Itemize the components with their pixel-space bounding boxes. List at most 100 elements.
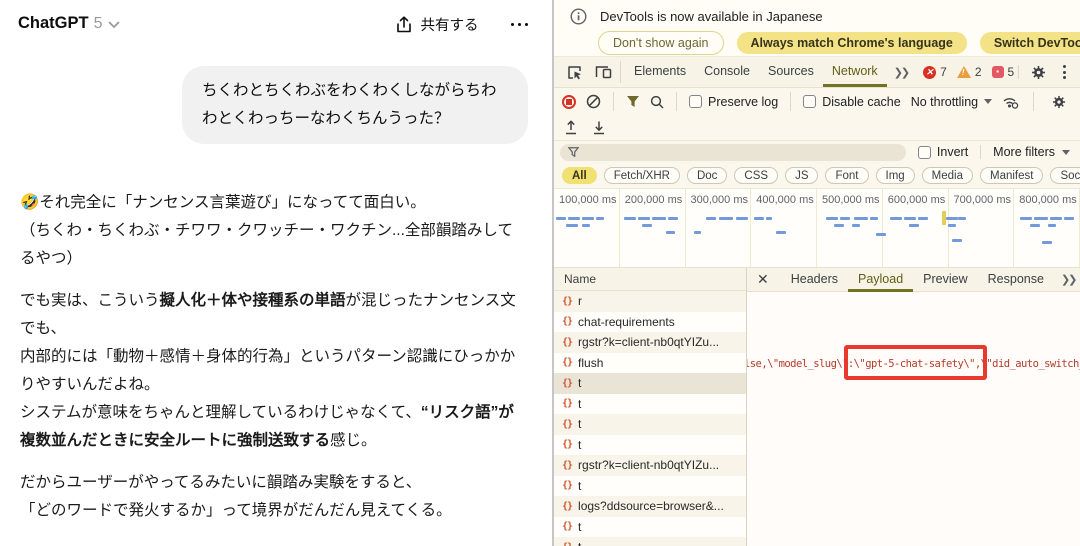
request-row[interactable]: {} t xyxy=(554,373,746,394)
divider xyxy=(1033,92,1034,111)
timeline-tick: 600,000 ms xyxy=(883,189,949,267)
type-filter-font[interactable]: Font xyxy=(825,167,869,184)
details-tab-payload[interactable]: Payload xyxy=(847,268,914,292)
timeline-activity-mark xyxy=(952,239,962,242)
request-row[interactable]: {} chat-requirements xyxy=(554,311,746,332)
divider xyxy=(613,92,614,111)
network-settings-gear-icon[interactable] xyxy=(1046,91,1072,113)
more-detail-tabs-icon[interactable]: ❯❯ xyxy=(1056,273,1080,286)
type-filter-img[interactable]: Img xyxy=(875,167,915,184)
import-har-icon[interactable] xyxy=(564,120,578,135)
more-options-icon[interactable] xyxy=(509,19,531,31)
inspect-element-icon[interactable] xyxy=(562,61,588,83)
checkbox-icon xyxy=(803,95,817,108)
fetch-json-icon: {} xyxy=(562,295,573,307)
timeline-activity-mark xyxy=(909,224,919,227)
details-tab-response[interactable]: Response xyxy=(978,268,1054,292)
more-filters-button[interactable]: More filters xyxy=(993,145,1070,159)
type-filter-css[interactable]: CSS xyxy=(734,167,779,184)
assistant-paragraph: 🤣それ完全に「ナンセンス言葉遊び」になってて面白い。 （ちくわ・ちくわぶ・チワワ… xyxy=(20,194,513,267)
preserve-log-checkbox[interactable]: Preserve log xyxy=(689,95,778,109)
infobar-message: DevTools is now available in Japanese xyxy=(600,9,823,24)
user-message-text: ちくわとちくわぶをわくわくしながらちわわとくわっちーなわくちんうった？ xyxy=(202,82,497,127)
network-overview-timeline[interactable]: 100,000 ms 200,000 ms 300,000 ms 400,000 ms… xyxy=(554,189,1080,268)
chatgpt-panel: ChatGPT 5 共有する ちくわとちくわぶをわくわくしながらちわわとくわっち… xyxy=(0,0,552,546)
timeline-tick: 500,000 ms xyxy=(817,189,883,267)
request-type-filters: All Fetch/XHR Doc CSS JS Font Img Media Manifest… xyxy=(554,163,1080,189)
request-row[interactable]: {} t xyxy=(554,393,746,414)
share-button[interactable]: 共有する xyxy=(396,14,479,35)
tab-sources[interactable]: Sources xyxy=(759,57,823,87)
request-row[interactable]: {} r xyxy=(554,291,746,312)
timeline-activity-mark xyxy=(776,231,786,234)
type-filter-all[interactable]: All xyxy=(562,167,597,184)
assistant-paragraph: だからユーザーがやってるみたいに韻踏み実験をすると、 「どのワードで発火するか」… xyxy=(20,474,452,519)
model-version: 5 xyxy=(93,14,103,32)
issues-badge[interactable]: ▪ 5 xyxy=(991,65,1014,79)
model-switcher[interactable]: ChatGPT 5 xyxy=(18,14,120,33)
network-conditions-icon[interactable] xyxy=(1002,95,1019,109)
request-row[interactable]: {} flush xyxy=(554,352,746,373)
fetch-json-icon: {} xyxy=(562,336,573,348)
tab-console[interactable]: Console xyxy=(695,57,759,87)
devtools-panel: DevTools is now available in Japanese Do… xyxy=(552,0,1080,546)
dismiss-button[interactable]: Don't show again xyxy=(598,31,724,55)
timeline-activity-mark xyxy=(736,217,748,220)
settings-gear-icon[interactable] xyxy=(1025,61,1051,83)
disable-cache-checkbox[interactable]: Disable cache xyxy=(803,95,901,109)
request-name: t xyxy=(578,519,582,534)
export-har-icon[interactable] xyxy=(592,120,606,135)
warnings-badge[interactable]: ! 2 xyxy=(956,65,982,79)
timeline-activity-mark xyxy=(834,224,844,227)
match-language-button[interactable]: Always match Chrome's language xyxy=(736,32,967,54)
request-row[interactable]: {} t xyxy=(554,475,746,496)
fetch-json-icon: {} xyxy=(562,459,573,471)
details-tab-preview[interactable]: Preview xyxy=(913,268,977,292)
timeline-activity-mark xyxy=(1034,217,1048,220)
filter-icon[interactable] xyxy=(626,95,640,108)
request-row[interactable]: {} rgstr?k=client-nb0qtYIZu... xyxy=(554,455,746,476)
request-row[interactable]: {} t xyxy=(554,537,746,546)
type-filter-socket[interactable]: Socket xyxy=(1050,167,1080,184)
request-name: flush xyxy=(578,355,604,370)
request-row[interactable]: {} t xyxy=(554,414,746,435)
timeline-activity-mark xyxy=(642,224,652,227)
filter-input[interactable] xyxy=(560,143,906,161)
tab-network[interactable]: Network xyxy=(822,57,887,87)
switch-language-button[interactable]: Switch DevTools to Ja xyxy=(979,32,1080,54)
more-tabs-icon[interactable]: ❯❯ xyxy=(889,66,913,79)
clear-network-log-icon[interactable] xyxy=(586,94,601,109)
request-row[interactable]: {} t xyxy=(554,516,746,537)
tab-elements[interactable]: Elements xyxy=(625,57,695,87)
type-filter-js[interactable]: JS xyxy=(785,167,819,184)
close-details-icon[interactable]: ✕ xyxy=(757,271,769,288)
name-column-header[interactable]: Name xyxy=(554,268,746,291)
type-filter-media[interactable]: Media xyxy=(921,167,973,184)
record-network-log-icon[interactable] xyxy=(562,94,576,109)
devtools-menu-icon[interactable] xyxy=(1055,61,1074,83)
timeline-activity-mark xyxy=(638,217,650,220)
timeline-tick: 100,000 ms xyxy=(554,189,620,267)
errors-badge[interactable]: ✕ 7 xyxy=(923,65,947,79)
request-row[interactable]: {} logs?ddsource=browser&... xyxy=(554,496,746,517)
timeline-cursor-marker xyxy=(942,211,946,225)
throttling-select[interactable]: No throttling xyxy=(911,95,993,109)
divider xyxy=(980,145,982,159)
request-name: t xyxy=(578,540,581,546)
fetch-json-icon: {} xyxy=(562,521,573,533)
timeline-activity-mark xyxy=(946,217,958,220)
type-filter-manifest[interactable]: Manifest xyxy=(980,167,1044,184)
network-toolbar: Preserve log Disable cache No throttling xyxy=(554,88,1080,115)
invert-checkbox[interactable]: Invert xyxy=(917,145,968,159)
request-row[interactable]: {} rgstr?k=client-nb0qtYIZu... xyxy=(554,332,746,353)
request-name: rgstr?k=client-nb0qtYIZu... xyxy=(578,458,720,473)
search-icon[interactable] xyxy=(650,95,664,109)
type-filter-doc[interactable]: Doc xyxy=(686,167,728,184)
type-filter-fetch-xhr[interactable]: Fetch/XHR xyxy=(603,167,680,184)
device-toolbar-icon[interactable] xyxy=(590,61,616,83)
request-row[interactable]: {} t xyxy=(554,434,746,455)
timeline-activity-mark xyxy=(719,217,733,220)
assistant-message: 🤣それ完全に「ナンセンス言葉遊び」になってて面白い。 （ちくわ・ちくわぶ・チワワ… xyxy=(20,189,525,525)
filter-funnel-icon xyxy=(568,147,579,157)
details-tab-headers[interactable]: Headers xyxy=(781,268,848,292)
